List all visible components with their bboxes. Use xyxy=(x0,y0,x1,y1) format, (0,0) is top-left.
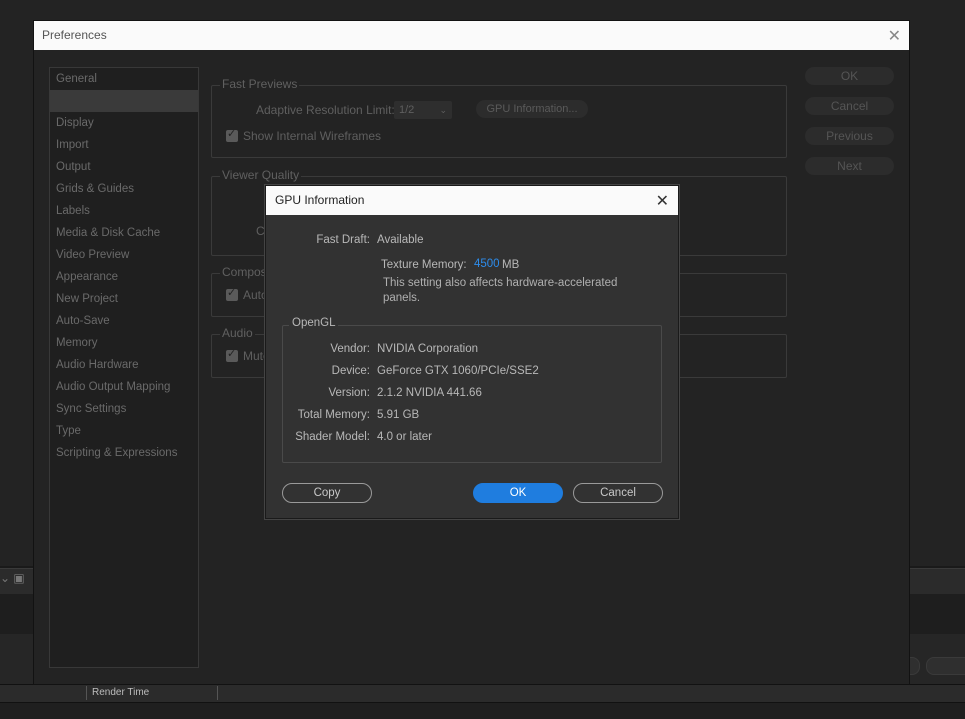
total-memory-value: 5.91 GB xyxy=(377,409,420,421)
vendor-label: Vendor: xyxy=(330,343,370,355)
sidebar-item[interactable]: Type xyxy=(50,420,198,442)
vendor-value: NVIDIA Corporation xyxy=(377,343,478,355)
sidebar-item[interactable]: Output xyxy=(50,156,198,178)
sidebar-item[interactable]: General xyxy=(50,68,198,90)
timeline-row xyxy=(0,702,965,719)
sidebar-item[interactable]: Memory xyxy=(50,332,198,354)
opengl-legend: OpenGL xyxy=(289,317,339,329)
sidebar-item[interactable]: Display xyxy=(50,112,198,134)
fast-draft-label: Fast Draft: xyxy=(316,234,370,246)
gpu-ok-button[interactable]: OK xyxy=(473,483,563,503)
device-label: Device: xyxy=(331,365,370,377)
device-value: GeForce GTX 1060/PCIe/SSE2 xyxy=(377,365,539,377)
fast-previews-group: Fast Previews xyxy=(211,77,787,158)
gpu-dialog-title: GPU Information xyxy=(275,193,365,207)
sidebar-item[interactable]: Media & Disk Cache xyxy=(50,222,198,244)
version-value: 2.1.2 NVIDIA 441.66 xyxy=(377,387,482,399)
close-icon[interactable]: ✕ xyxy=(888,26,901,46)
total-memory-label: Total Memory: xyxy=(297,409,370,421)
toolbar-icons[interactable]: ⌄ ▣ xyxy=(0,571,36,589)
column-separator[interactable] xyxy=(86,686,87,700)
gpu-dialog-title-bar: GPU Information ✕ xyxy=(266,186,678,215)
sidebar-item[interactable]: Grids & Guides xyxy=(50,178,198,200)
sidebar-item[interactable]: Appearance xyxy=(50,266,198,288)
copy-button[interactable]: Copy xyxy=(282,483,372,503)
texture-memory-label: Texture Memory: xyxy=(381,259,467,271)
adaptive-resolution-value: 1/2 xyxy=(399,104,415,116)
sidebar-item[interactable]: New Project xyxy=(50,288,198,310)
preferences-cancel-button[interactable]: Cancel xyxy=(805,97,894,115)
texture-memory-unit: MB xyxy=(502,259,520,271)
column-separator[interactable] xyxy=(217,686,218,700)
adaptive-resolution-label: Adaptive Resolution Limit: xyxy=(256,103,395,117)
version-label: Version: xyxy=(328,387,370,399)
sidebar-item[interactable]: Scripting & Expressions xyxy=(50,442,198,464)
sidebar-item[interactable]: Auto-Save xyxy=(50,310,198,332)
preferences-title: Preferences xyxy=(42,28,107,42)
auto-checkbox[interactable] xyxy=(226,286,238,301)
sidebar-item[interactable]: Video Preview xyxy=(50,244,198,266)
gpu-information-button[interactable]: GPU Information... xyxy=(476,100,588,118)
auto-label: Auto xyxy=(243,288,268,302)
audio-legend: Audio xyxy=(220,326,255,340)
sidebar-item[interactable]: Audio Hardware xyxy=(50,354,198,376)
preferences-previous-button[interactable]: Previous xyxy=(805,127,894,145)
panel-button[interactable] xyxy=(926,657,965,675)
preferences-sidebar: General Display Import Output Grids & Guides… xyxy=(49,67,199,668)
texture-memory-note: This setting also affects hardware-accel… xyxy=(383,277,618,304)
sidebar-item[interactable] xyxy=(50,90,198,112)
render-time-column[interactable]: Render Time xyxy=(92,687,149,698)
adaptive-resolution-select[interactable]: 1/2 ⌄ xyxy=(394,101,452,119)
shader-model-value: 4.0 or later xyxy=(377,431,432,443)
gpu-cancel-button[interactable]: Cancel xyxy=(573,483,663,503)
wireframes-label: Show Internal Wireframes xyxy=(243,129,382,143)
sidebar-item[interactable]: Import xyxy=(50,134,198,156)
preferences-title-bar: Preferences ✕ xyxy=(34,21,909,50)
mute-checkbox[interactable] xyxy=(226,347,238,362)
viewer-quality-legend: Viewer Quality xyxy=(220,168,302,182)
wireframes-checkbox[interactable] xyxy=(226,127,238,142)
chevron-down-icon: ⌄ xyxy=(439,105,447,115)
close-icon[interactable]: ✕ xyxy=(656,191,669,211)
fast-draft-value: Available xyxy=(377,234,424,246)
sidebar-item[interactable]: Labels xyxy=(50,200,198,222)
shader-model-label: Shader Model: xyxy=(295,431,370,443)
sidebar-item[interactable]: Sync Settings xyxy=(50,398,198,420)
preferences-next-button[interactable]: Next xyxy=(805,157,894,175)
preferences-ok-button[interactable]: OK xyxy=(805,67,894,85)
sidebar-item[interactable]: Audio Output Mapping xyxy=(50,376,198,398)
texture-memory-input[interactable]: 4500 xyxy=(474,258,500,270)
gpu-information-dialog: GPU Information ✕ Fast Draft: Available … xyxy=(265,185,679,519)
fast-previews-legend: Fast Previews xyxy=(220,77,300,91)
